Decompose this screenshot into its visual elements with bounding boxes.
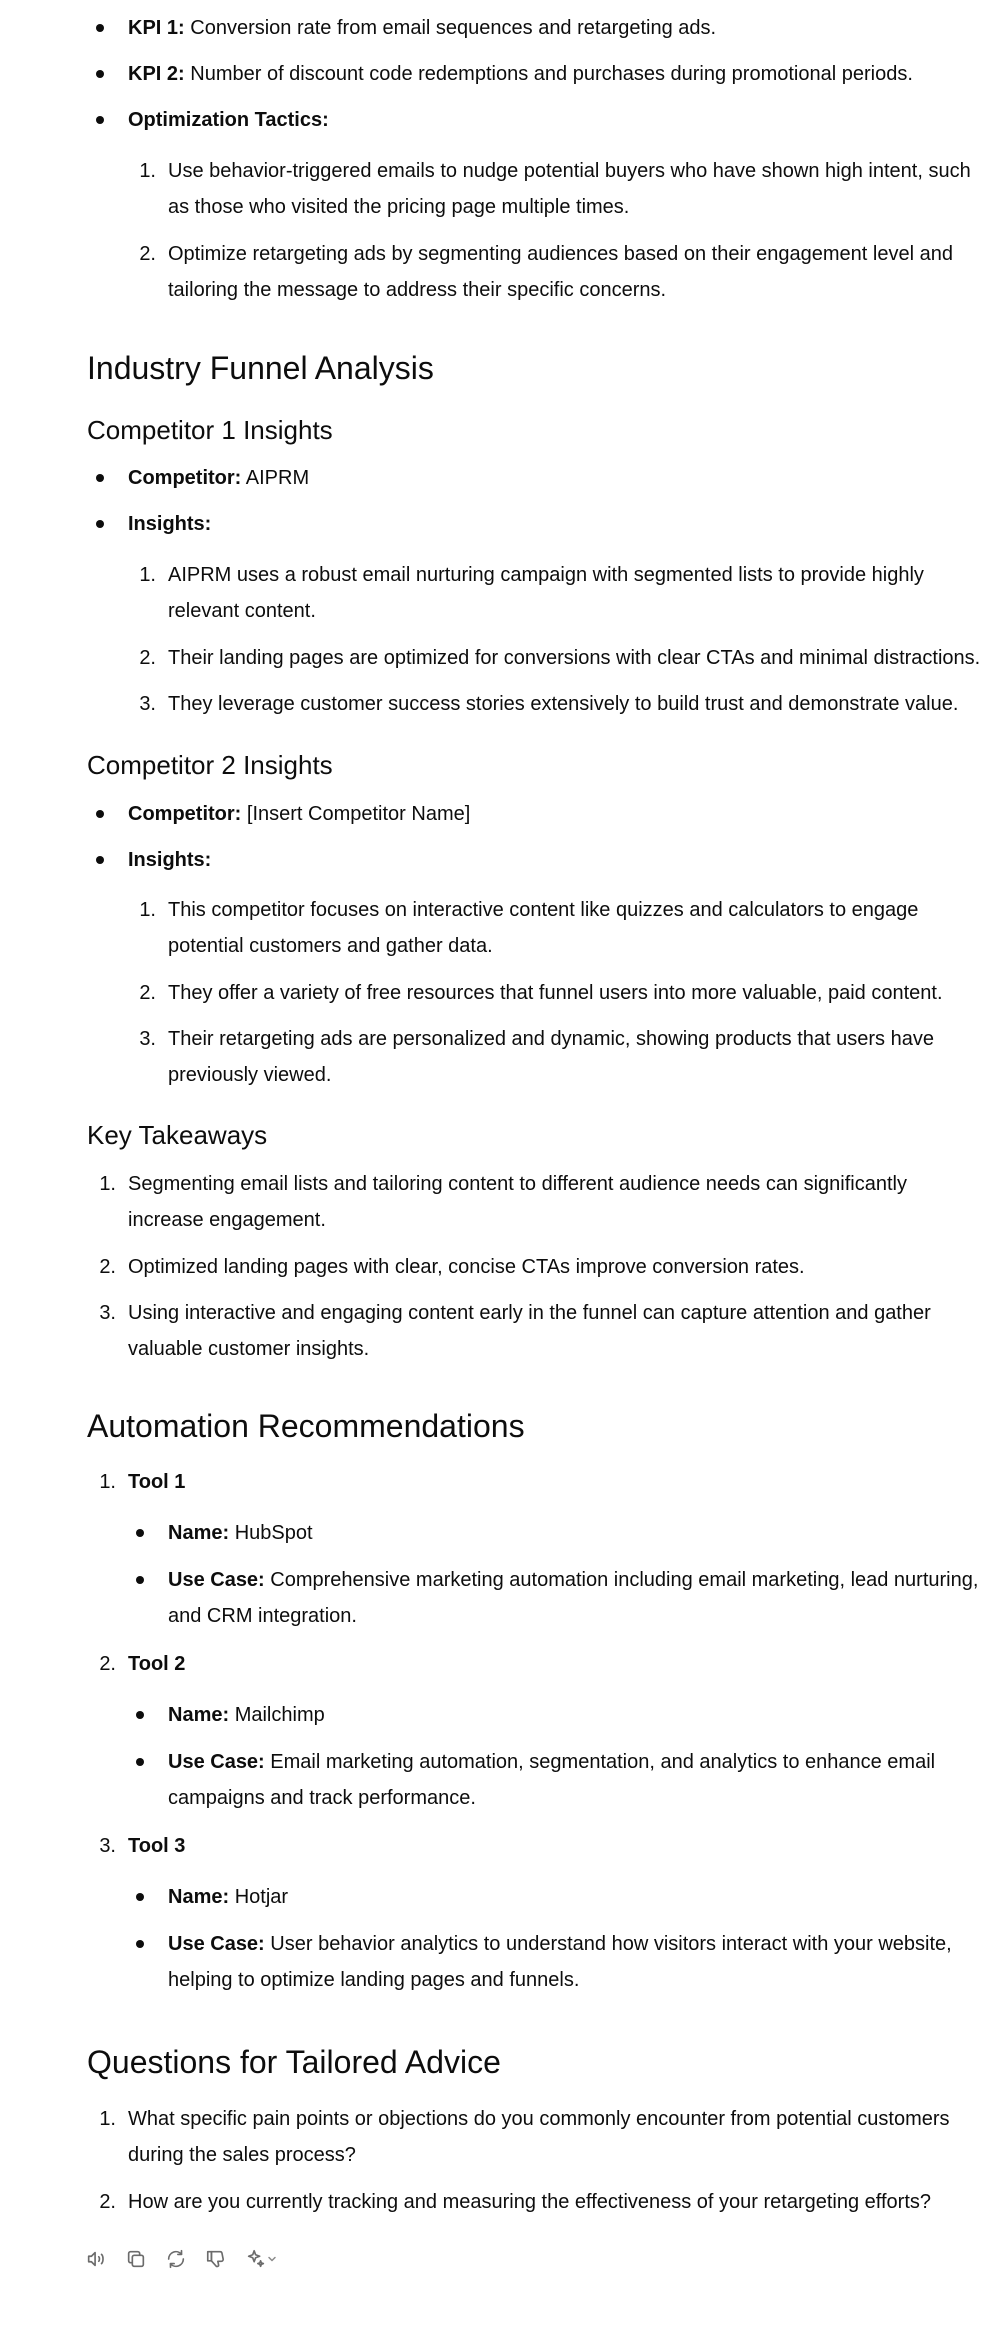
competitor-2-name: Competitor: [Insert Competitor Name] xyxy=(128,803,471,825)
speaker-icon xyxy=(87,2251,104,2267)
takeaway-1-line-2: increase engagement. xyxy=(128,1209,326,1231)
tool-3-usecase: Use Case: User behavior analytics to und… xyxy=(168,1933,952,1955)
list-number: 3. xyxy=(139,1028,156,1050)
takeaway-2: Optimized landing pages with clear, conc… xyxy=(128,1256,805,1278)
question-1-line-1: What specific pain points or objections … xyxy=(128,2108,950,2130)
takeaway-1-line-1: Segmenting email lists and tailoring con… xyxy=(128,1173,907,1195)
tool-2-usecase: Use Case: Email marketing automation, se… xyxy=(168,1751,936,1773)
tactic-1-line-2: as those who visited the pricing page mu… xyxy=(168,196,630,218)
list-number: 2. xyxy=(99,1653,116,1675)
copy-icon xyxy=(127,2250,145,2268)
list-number: 3. xyxy=(99,1302,116,1324)
tactic-2-line-1: Optimize retargeting ads by segmenting a… xyxy=(168,243,953,265)
copy-button[interactable] xyxy=(124,2247,148,2271)
bullet xyxy=(96,810,104,818)
tool-1-title: Tool 1 xyxy=(128,1471,186,1493)
takeaway-3-line-2: valuable customer insights. xyxy=(128,1338,370,1360)
sparkle-model-icon xyxy=(247,2249,265,2268)
bullet xyxy=(136,1893,144,1901)
tactic-1-line-1: Use behavior-triggered emails to nudge p… xyxy=(168,160,971,182)
tactic-2-line-2: tailoring the message to address their s… xyxy=(168,279,667,301)
kpi-2-item: KPI 2: Number of discount code redemptio… xyxy=(128,63,913,85)
list-number: 2. xyxy=(139,647,156,669)
kpi-1-item: KPI 1: Conversion rate from email sequen… xyxy=(128,17,717,39)
list-number: 2. xyxy=(139,982,156,1004)
bullet xyxy=(96,856,104,864)
thumbs-down-icon xyxy=(206,2250,224,2268)
read-aloud-button[interactable] xyxy=(84,2247,108,2271)
bullet xyxy=(96,116,104,124)
tool-1-usecase: Use Case: Comprehensive marketing automa… xyxy=(168,1569,979,1591)
bullet xyxy=(96,24,104,32)
c2-insight-3-line-2: previously viewed. xyxy=(168,1064,332,1086)
tool-3-name: Name: Hotjar xyxy=(168,1886,289,1908)
list-number: 1. xyxy=(139,564,156,586)
competitor-1-heading: Competitor 1 Insights xyxy=(87,415,333,445)
competitor-1-name: Competitor: AIPRM xyxy=(128,467,310,489)
industry-funnel-heading: Industry Funnel Analysis xyxy=(87,350,434,386)
regenerate-button[interactable] xyxy=(164,2247,188,2271)
thumbs-down-button[interactable] xyxy=(204,2247,228,2271)
list-number: 1. xyxy=(139,160,156,182)
list-number: 1. xyxy=(139,899,156,921)
tool-1-name: Name: HubSpot xyxy=(168,1522,313,1544)
bullet xyxy=(136,1758,144,1766)
competitor-2-insights-label: Insights: xyxy=(128,849,212,871)
c2-insight-1-line-2: potential customers and gather data. xyxy=(168,935,493,957)
bullet xyxy=(96,520,104,528)
tool-2-name: Name: Mailchimp xyxy=(168,1704,325,1726)
bullet xyxy=(96,474,104,482)
tool-2-title: Tool 2 xyxy=(128,1653,186,1675)
list-number: 3. xyxy=(99,1835,116,1857)
model-switch-button[interactable] xyxy=(244,2247,278,2271)
c2-insight-2: They offer a variety of free resources t… xyxy=(168,982,943,1004)
takeaway-3-line-1: Using interactive and engaging content e… xyxy=(128,1302,931,1324)
question-1-line-2: during the sales process? xyxy=(128,2144,356,2166)
list-number: 2. xyxy=(99,2191,116,2213)
list-number: 2. xyxy=(139,243,156,265)
message-action-toolbar xyxy=(84,2241,278,2277)
question-2: How are you currently tracking and measu… xyxy=(128,2191,932,2213)
competitor-2-heading: Competitor 2 Insights xyxy=(87,750,333,780)
list-number: 1. xyxy=(99,2108,116,2130)
c1-insight-3: They leverage customer success stories e… xyxy=(168,693,959,715)
key-takeaways-heading: Key Takeaways xyxy=(87,1120,268,1150)
competitor-1-insights-label: Insights: xyxy=(128,513,212,535)
list-number: 3. xyxy=(139,693,156,715)
bullet xyxy=(96,70,104,78)
regenerate-icon xyxy=(167,2249,185,2269)
c2-insight-1-line-1: This competitor focuses on interactive c… xyxy=(168,899,919,921)
optimization-tactics-label: Optimization Tactics: xyxy=(128,109,329,131)
bullet xyxy=(136,1529,144,1537)
c1-insight-1-line-1: AIPRM uses a robust email nurturing camp… xyxy=(168,564,924,586)
bullet xyxy=(136,1711,144,1719)
tool-3-usecase-line-2: helping to optimize landing pages and fu… xyxy=(168,1969,580,1991)
questions-heading: Questions for Tailored Advice xyxy=(87,2044,501,2080)
bullet xyxy=(136,1576,144,1584)
tool-1-usecase-line-2: and CRM integration. xyxy=(168,1605,357,1627)
list-number: 1. xyxy=(99,1471,116,1493)
c1-insight-2: Their landing pages are optimized for co… xyxy=(168,647,981,669)
c1-insight-1-line-2: relevant content. xyxy=(168,600,316,622)
bullet xyxy=(136,1940,144,1948)
chevron-down-icon xyxy=(268,2256,276,2262)
list-number: 2. xyxy=(99,1256,116,1278)
automation-heading: Automation Recommendations xyxy=(87,1408,525,1444)
c2-insight-3-line-1: Their retargeting ads are personalized a… xyxy=(168,1028,934,1050)
tool-3-title: Tool 3 xyxy=(128,1835,186,1857)
tool-2-usecase-line-2: campaigns and track performance. xyxy=(168,1787,476,1809)
list-number: 1. xyxy=(99,1173,116,1195)
